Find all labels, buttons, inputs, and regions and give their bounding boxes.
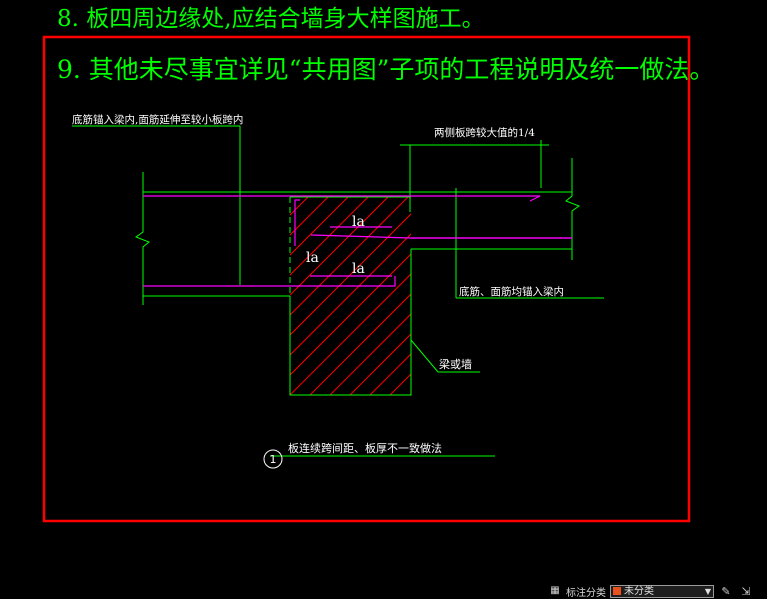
- annotation-category-group: ▦ 标注分类 未分类 ▼ ✎ ⇲: [548, 584, 754, 599]
- category-value: 未分类: [624, 585, 654, 597]
- callout-beam: 梁或墙: [439, 357, 472, 371]
- detail-title: 板连续跨间距、板厚不一致做法: [288, 441, 442, 455]
- callout-right: 底筋、面筋均锚入梁内: [459, 285, 564, 298]
- callout-left: 底筋锚入梁内,面筋延伸至较小板跨内: [72, 113, 243, 126]
- note-9: 9. 其他未尽事宜详见“共用图”子项的工程说明及统一做法。: [57, 55, 714, 84]
- export-icon[interactable]: ⇲: [738, 585, 754, 598]
- grid-icon[interactable]: ▦: [548, 585, 562, 597]
- chevron-down-icon[interactable]: ▼: [705, 587, 711, 596]
- category-color-swatch: [613, 587, 621, 595]
- la-label-top: la: [352, 214, 365, 230]
- annotation-category-label: 标注分类: [566, 587, 606, 599]
- note-8: 8. 板四周边缘处,应结合墙身大样图施工。: [57, 6, 485, 32]
- la-label-left: la: [306, 250, 319, 266]
- detail-number: 1: [270, 453, 277, 466]
- annotation-category-dropdown[interactable]: 未分类 ▼: [610, 584, 714, 598]
- cad-drawing-canvas[interactable]: 8. 板四周边缘处,应结合墙身大样图施工。 9. 其他未尽事宜详见“共用图”子项…: [0, 0, 767, 598]
- la-label-bottom: la: [352, 261, 365, 277]
- callout-top-right: 两侧板跨较大值的1/4: [434, 126, 535, 139]
- edit-icon[interactable]: ✎: [718, 585, 734, 598]
